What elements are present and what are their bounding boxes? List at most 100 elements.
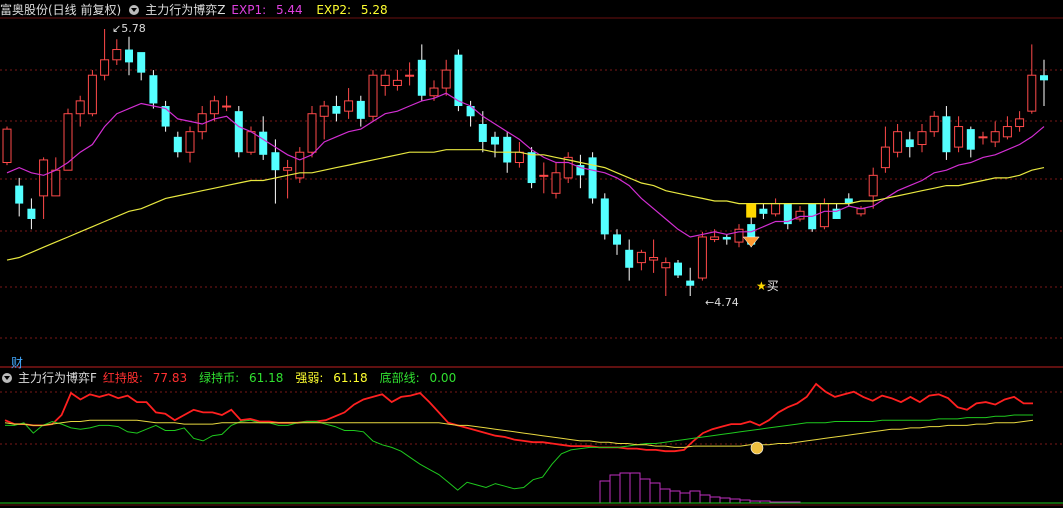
sub-line-2 [4, 419, 1034, 448]
candle-down [15, 185, 24, 204]
candle-up [39, 159, 49, 197]
diamond-icon [742, 236, 760, 248]
candle-up [856, 208, 866, 215]
candle-up [539, 174, 549, 177]
exp2-value: 5.28 [360, 3, 388, 17]
candle-up [295, 151, 305, 179]
bottom-bar [699, 494, 711, 504]
candle-down [478, 123, 487, 142]
candle-up [710, 236, 720, 241]
candle-down [417, 59, 426, 96]
bottom-bar [629, 472, 641, 504]
candle-up [661, 262, 671, 269]
candle-down [613, 234, 621, 245]
candle-up [551, 172, 561, 194]
candle-up [380, 74, 390, 86]
bottom-bar [709, 496, 721, 504]
finance-icon[interactable]: 财 [11, 354, 23, 371]
candle-up [185, 131, 195, 153]
candle-up [209, 100, 219, 115]
candle-down [527, 152, 536, 184]
candle-up [75, 100, 85, 115]
candle-down [686, 280, 695, 286]
chart-area[interactable] [0, 0, 1063, 508]
sub-indicator-dropdown-icon[interactable] [2, 373, 12, 383]
exp2-label: EXP2: [316, 3, 352, 17]
candle-down [600, 198, 609, 235]
green-hold-value: 61.18 [249, 371, 284, 385]
candle-up [319, 105, 329, 117]
candle-up [929, 115, 939, 133]
bottom-bar [599, 480, 611, 504]
candle-up [392, 79, 402, 86]
candle-up [819, 203, 829, 228]
candle-up [87, 74, 97, 115]
candle-up [1027, 74, 1037, 112]
candle-up [734, 228, 744, 243]
bottom-bar [649, 482, 661, 504]
candle-down [454, 54, 463, 107]
candle-down [149, 75, 158, 104]
candle-down [332, 106, 341, 114]
candle-down [759, 208, 768, 214]
signal-marker [746, 203, 757, 218]
candle-down [674, 262, 682, 276]
bottom-bar [659, 488, 671, 504]
candle-up [283, 167, 293, 171]
candle-up [880, 146, 890, 169]
candle-down [259, 131, 268, 155]
exp1-value: 5.44 [275, 3, 303, 17]
candle-up [978, 136, 988, 139]
candle-down [503, 136, 512, 163]
candle-up [405, 74, 415, 77]
candle-up [990, 131, 1000, 143]
candle-down [491, 136, 499, 145]
strength-value: 61.18 [333, 371, 368, 385]
bottom-bar [689, 490, 701, 504]
red-hold-label: 红持股: [102, 371, 143, 385]
candle-up [514, 151, 524, 164]
candle-down [625, 249, 634, 268]
strength-label: 强弱: [295, 371, 324, 385]
sub-indicator-name[interactable]: 主力行为博弈F [18, 371, 97, 385]
candle-up [868, 174, 878, 197]
candle-up [112, 49, 122, 61]
exp1-label: EXP1: [231, 3, 267, 17]
candle-up [2, 128, 12, 163]
main-chart-header: 富奥股份(日线 前复权) 主力行为博弈Z EXP1: 5.44 EXP2: 5.28 [0, 2, 400, 18]
high-price-label: ↙5.78 [112, 22, 146, 35]
bottom-bar [669, 490, 681, 504]
low-price-label: ←4.74 [705, 296, 739, 309]
bottom-line-label: 底部线: [379, 371, 420, 385]
bottom-line-value: 0.00 [429, 371, 457, 385]
candle-up [368, 74, 378, 117]
candle-up [771, 203, 781, 215]
candle-up [429, 87, 439, 97]
candle-up [954, 126, 964, 148]
candle-down [271, 152, 280, 171]
candle-down [588, 157, 597, 199]
candle-down [905, 139, 914, 148]
sub-line-0 [4, 382, 1033, 453]
main-indicator-name[interactable]: 主力行为博弈Z [145, 3, 225, 17]
bottom-bar [609, 474, 621, 504]
candle-up [1002, 126, 1012, 138]
candle-down [1040, 75, 1048, 81]
candle-up [636, 251, 646, 264]
candle-down [137, 52, 146, 73]
bottom-bar [679, 492, 691, 504]
candle-up [51, 169, 61, 197]
candle-down [942, 116, 951, 153]
candle-down [234, 111, 243, 153]
bottom-bar [719, 497, 731, 504]
candle-up [100, 59, 110, 76]
sub-chart-header: 主力行为博弈F 红持股: 77.83 绿持币: 61.18 强弱: 61.18 底部线:… [0, 370, 468, 386]
candle-down [356, 100, 365, 119]
candle-up [697, 236, 707, 279]
candle-down [125, 49, 133, 63]
candle-up [1015, 118, 1025, 128]
indicator-dropdown-icon[interactable] [129, 5, 140, 15]
green-hold-label: 绿持币: [199, 371, 240, 385]
candle-down [722, 236, 731, 240]
candle-down [27, 208, 36, 219]
